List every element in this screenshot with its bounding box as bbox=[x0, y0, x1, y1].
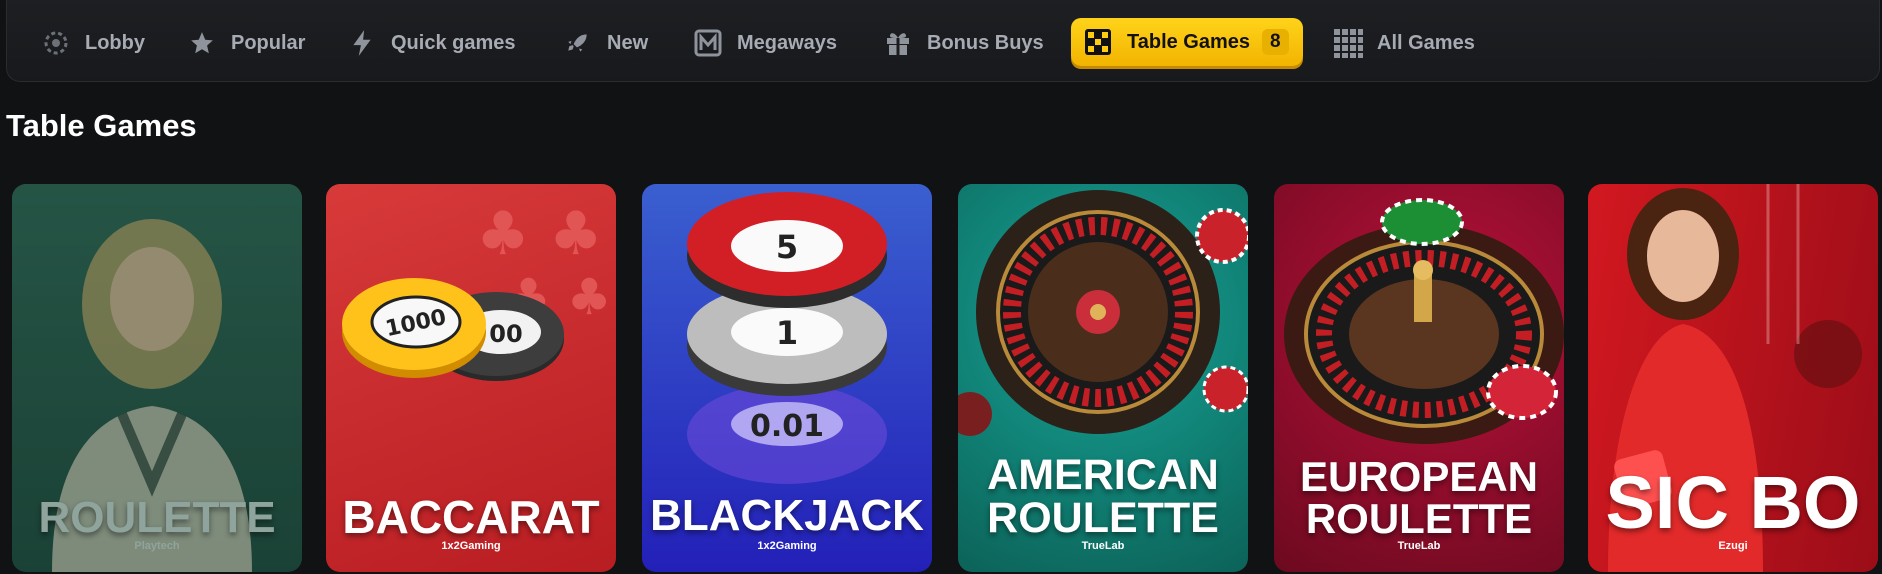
game-title: BLACKJACK bbox=[650, 491, 924, 540]
rocket-icon bbox=[563, 28, 593, 58]
section-title: Table Games bbox=[6, 108, 197, 143]
lobby-icon bbox=[41, 28, 71, 58]
nav-label: Megaways bbox=[737, 31, 838, 54]
nav-item-lobby[interactable]: Lobby bbox=[41, 22, 145, 64]
game-card-american-roulette[interactable]: AMERICAN ROULETTE TrueLab bbox=[958, 184, 1248, 572]
chip-value: 5 bbox=[776, 228, 798, 266]
game-provider: TrueLab bbox=[1397, 540, 1441, 552]
game-provider: 1x2Gaming bbox=[757, 540, 817, 552]
category-nav: Lobby Popular Quick games New Megaways B… bbox=[6, 0, 1880, 82]
nav-item-new[interactable]: New bbox=[563, 22, 648, 64]
nav-label: Lobby bbox=[85, 31, 145, 54]
game-card-european-roulette[interactable]: EUROPEAN ROULETTE TrueLab bbox=[1274, 184, 1564, 572]
nav-item-popular[interactable]: Popular bbox=[187, 22, 305, 64]
nav-item-quick-games[interactable]: Quick games bbox=[347, 22, 516, 64]
game-provider: 1x2Gaming bbox=[441, 540, 501, 552]
nav-label: Bonus Buys bbox=[927, 31, 1044, 54]
nav-label: Table Games bbox=[1127, 30, 1251, 53]
game-provider: Ezugi bbox=[1718, 540, 1748, 552]
nav-item-megaways[interactable]: Megaways bbox=[693, 22, 837, 64]
nav-label: All Games bbox=[1377, 31, 1475, 54]
nav-label: Quick games bbox=[391, 31, 516, 54]
count-badge: 8 bbox=[1262, 29, 1289, 55]
game-title: ROULETTE bbox=[38, 493, 276, 542]
chip-value: 00 bbox=[489, 320, 522, 348]
game-provider: TrueLab bbox=[1081, 540, 1125, 552]
megaways-icon bbox=[693, 28, 723, 58]
game-title-line: ROULETTE bbox=[987, 494, 1219, 542]
game-title: AMERICAN ROULETTE bbox=[958, 454, 1248, 540]
game-card-sic-bo[interactable]: SIC BO Ezugi bbox=[1588, 184, 1878, 572]
star-icon bbox=[187, 28, 217, 58]
game-provider: Playtech bbox=[134, 540, 180, 552]
chip-value: 0.01 bbox=[750, 409, 824, 444]
game-card-baccarat[interactable]: ♣ ♣ ♣ ♣ 00 1000 BACCARAT 1x2Gaming bbox=[326, 184, 616, 572]
game-card-blackjack[interactable]: 0.01 1 5 BLACKJACK 1x2Gaming bbox=[642, 184, 932, 572]
dice-icon bbox=[1083, 27, 1113, 57]
chip-value: 1 bbox=[776, 314, 798, 352]
game-title: SIC BO bbox=[1605, 461, 1861, 544]
nav-item-table-games[interactable]: Table Games 8 bbox=[1071, 18, 1303, 66]
nav-item-all-games[interactable]: All Games bbox=[1333, 22, 1475, 64]
game-title: EUROPEAN ROULETTE bbox=[1274, 456, 1564, 540]
gift-icon bbox=[883, 28, 913, 58]
grid-icon bbox=[1333, 28, 1363, 58]
nav-label: New bbox=[607, 31, 649, 54]
lightning-icon bbox=[347, 28, 377, 58]
svg-text:♣ ♣: ♣ ♣ bbox=[476, 199, 603, 269]
nav-label: Popular bbox=[231, 31, 306, 54]
nav-item-bonus-buys[interactable]: Bonus Buys bbox=[883, 22, 1044, 64]
game-card-roulette[interactable]: ROULETTE Playtech bbox=[12, 184, 302, 572]
game-title-line: EUROPEAN bbox=[1299, 453, 1539, 500]
game-title-line: AMERICAN bbox=[987, 451, 1219, 499]
game-title: BACCARAT bbox=[342, 491, 600, 543]
game-title-line: ROULETTE bbox=[1305, 495, 1533, 542]
